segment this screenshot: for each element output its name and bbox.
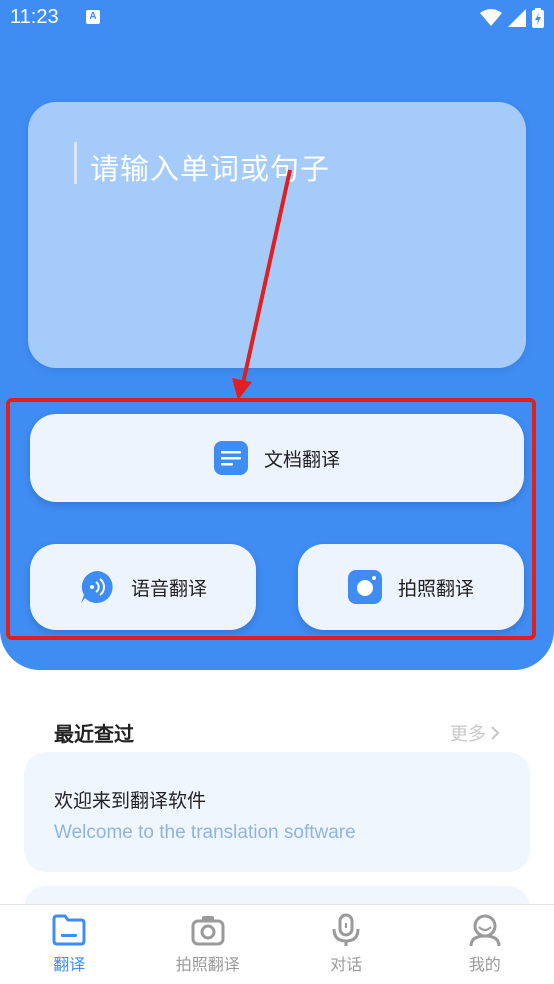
chevron-right-icon xyxy=(491,726,500,740)
tab-profile[interactable]: 我的 xyxy=(420,905,550,984)
voice-translate-button[interactable]: 语音翻译 xyxy=(30,544,256,630)
camera-icon xyxy=(347,570,382,604)
document-icon xyxy=(213,441,248,475)
camera-icon xyxy=(191,916,225,946)
document-translate-button[interactable]: 文档翻译 xyxy=(30,414,524,502)
tab-photo-translate[interactable]: 拍照翻译 xyxy=(143,905,273,984)
photo-translate-button[interactable]: 拍照翻译 xyxy=(298,544,524,630)
recent-item-source: 欢迎来到翻译软件 xyxy=(54,790,207,812)
voice-icon xyxy=(80,571,113,603)
more-link[interactable]: 更多 xyxy=(450,720,500,746)
profile-icon xyxy=(469,914,501,947)
translate-icon xyxy=(52,914,86,946)
tab-conversation[interactable]: 对话 xyxy=(281,905,411,984)
document-translate-label: 文档翻译 xyxy=(263,448,340,471)
recent-section-title: 最近查过 xyxy=(54,722,134,746)
recent-item[interactable]: 欢迎来到翻译软件 Welcome to the translation soft… xyxy=(24,752,530,872)
tab-conversation-label: 对话 xyxy=(330,955,363,974)
voice-translate-label: 语音翻译 xyxy=(130,577,207,600)
tab-photo-translate-label: 拍照翻译 xyxy=(175,955,240,974)
bottom-tab-bar: 翻译 拍照翻译 对话 我的 xyxy=(0,904,554,984)
tab-profile-label: 我的 xyxy=(468,955,501,974)
microphone-icon xyxy=(332,913,360,946)
recent-item-translation: Welcome to the translation software xyxy=(54,822,356,843)
tab-translate[interactable]: 翻译 xyxy=(4,905,134,984)
tab-translate-label: 翻译 xyxy=(53,955,86,974)
photo-translate-label: 拍照翻译 xyxy=(397,577,474,600)
more-label: 更多 xyxy=(450,724,486,745)
